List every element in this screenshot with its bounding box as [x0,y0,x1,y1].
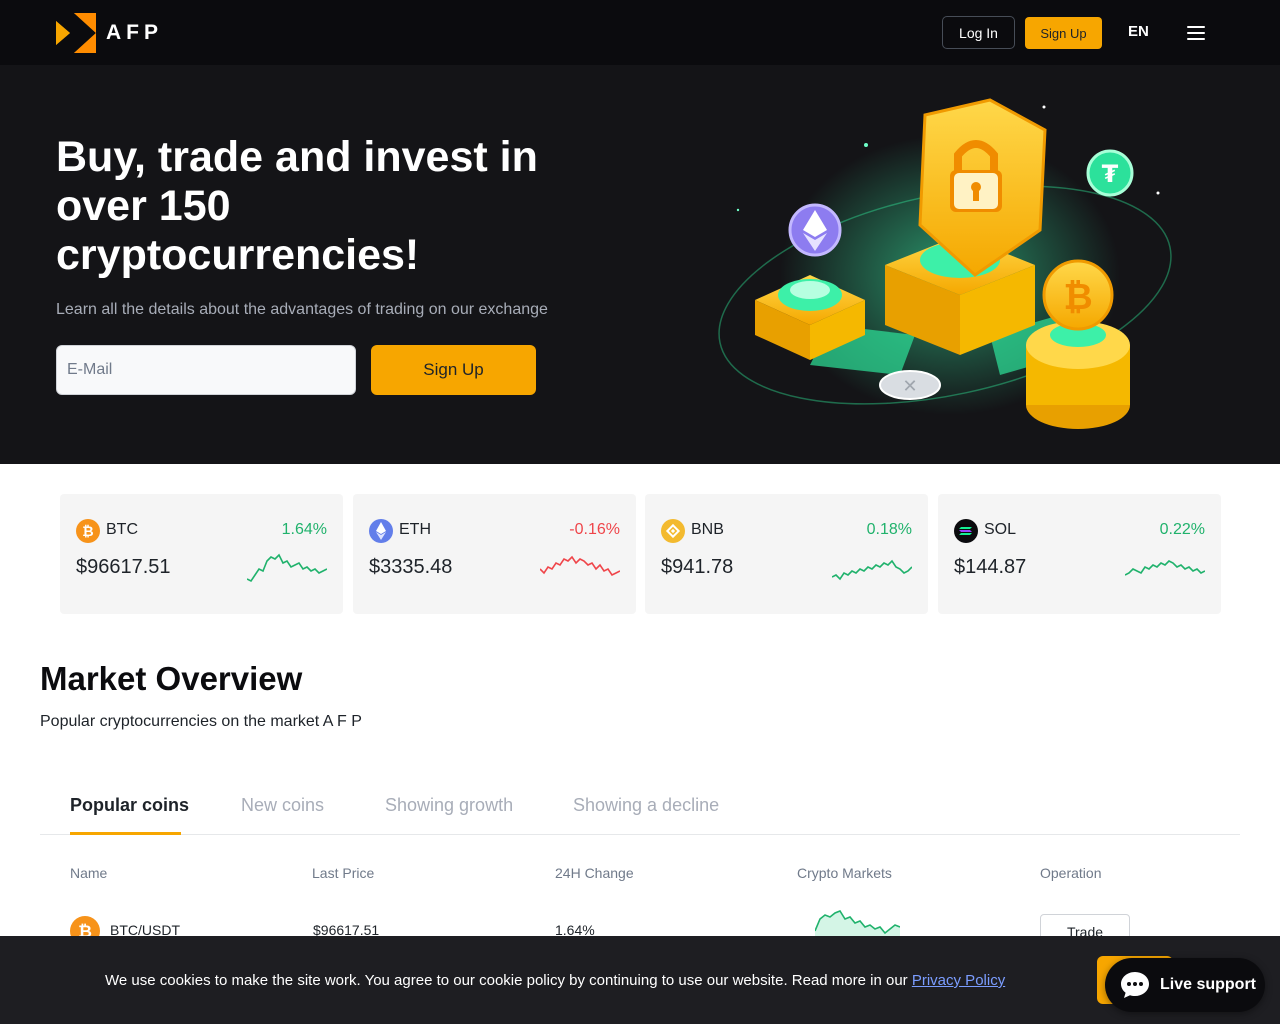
hero-title: Buy, trade and invest in over 150 crypto… [56,133,538,279]
live-support-label: Live support [1160,976,1257,993]
hero-section: Buy, trade and invest in over 150 crypto… [0,65,1280,464]
logo-icon [56,13,96,53]
hamburger-menu-icon[interactable] [1187,26,1205,40]
crypto-security-illustration: ₿ ₮ ✕ [718,98,1172,429]
hero-subtitle: Learn all the details about the advantag… [56,301,548,318]
privacy-policy-link[interactable]: Privacy Policy [912,972,1005,989]
brand-name: AFP [106,21,163,44]
ticker-symbol: SOL [984,521,1017,538]
market-overview-subtitle: Popular cryptocurrencies on the market A… [40,713,362,730]
sol-icon [954,519,978,543]
logo[interactable]: AFP [56,13,163,53]
live-support-button[interactable]: Live support [1105,958,1265,1012]
hero-signup-button[interactable]: Sign Up [371,345,536,395]
ticker-symbol: BNB [691,521,724,538]
btc-icon: ₿ [76,519,100,543]
tab-showing-growth[interactable]: Showing growth [385,795,513,816]
login-button[interactable]: Log In [942,16,1015,49]
ticker-change: 1.64% [281,521,327,538]
ticker-card-sol[interactable]: SOL 0.22% $144.87 [938,494,1221,614]
eth-icon [369,519,393,543]
ticker-card-bnb[interactable]: BNB 0.18% $941.78 [645,494,928,614]
tab-new-coins[interactable]: New coins [241,795,324,816]
chat-bubble-icon [1121,972,1149,998]
svg-text:₮: ₮ [1102,160,1119,188]
site-header: AFP Log In Sign Up EN [0,0,1280,65]
ticker-change: -0.16% [569,521,620,538]
language-selector[interactable]: EN [1128,23,1149,40]
tab-showing-decline[interactable]: Showing a decline [573,795,719,816]
column-header-name: Name [70,865,108,881]
ticker-price: $144.87 [954,556,1027,578]
column-header-operation: Operation [1040,865,1102,881]
svg-text:₿: ₿ [1063,277,1092,318]
cookie-banner: We use cookies to make the site work. Yo… [0,936,1280,1024]
ticker-symbol: BTC [106,521,138,538]
sparkline-chart [540,555,620,577]
svg-text:✕: ✕ [902,376,917,397]
svg-text:₿: ₿ [82,524,93,540]
column-header-last-price: Last Price [312,865,375,881]
header-signup-button[interactable]: Sign Up [1025,17,1102,49]
ticker-card-btc[interactable]: ₿ BTC 1.64% $96617.51 [60,494,343,614]
email-input[interactable] [56,345,356,395]
column-header-crypto-markets: Crypto Markets [797,865,892,881]
ticker-strip: ₿ BTC 1.64% $96617.51 ETH -0.16% $3335.4… [60,494,1221,614]
cookie-text: We use cookies to make the site work. Yo… [105,972,1005,989]
ticker-price: $96617.51 [76,556,171,578]
column-header-24h-change: 24H Change [555,865,634,881]
ticker-symbol: ETH [399,521,431,538]
sparkline-chart [832,559,912,581]
ticker-change: 0.18% [866,521,912,538]
tab-popular-coins[interactable]: Popular coins [70,795,189,816]
active-tab-indicator [70,832,181,835]
bnb-icon [661,519,685,543]
market-tabs: Popular coins New coins Showing growth S… [40,785,1240,835]
ticker-card-eth[interactable]: ETH -0.16% $3335.48 [353,494,636,614]
ticker-price: $941.78 [661,556,734,578]
cookie-message: We use cookies to make the site work. Yo… [105,972,908,989]
sparkline-chart [1125,560,1205,576]
market-overview-title: Market Overview [40,660,303,697]
sparkline-chart [247,553,327,583]
ticker-change: 0.22% [1159,521,1205,538]
ticker-price: $3335.48 [369,556,453,578]
